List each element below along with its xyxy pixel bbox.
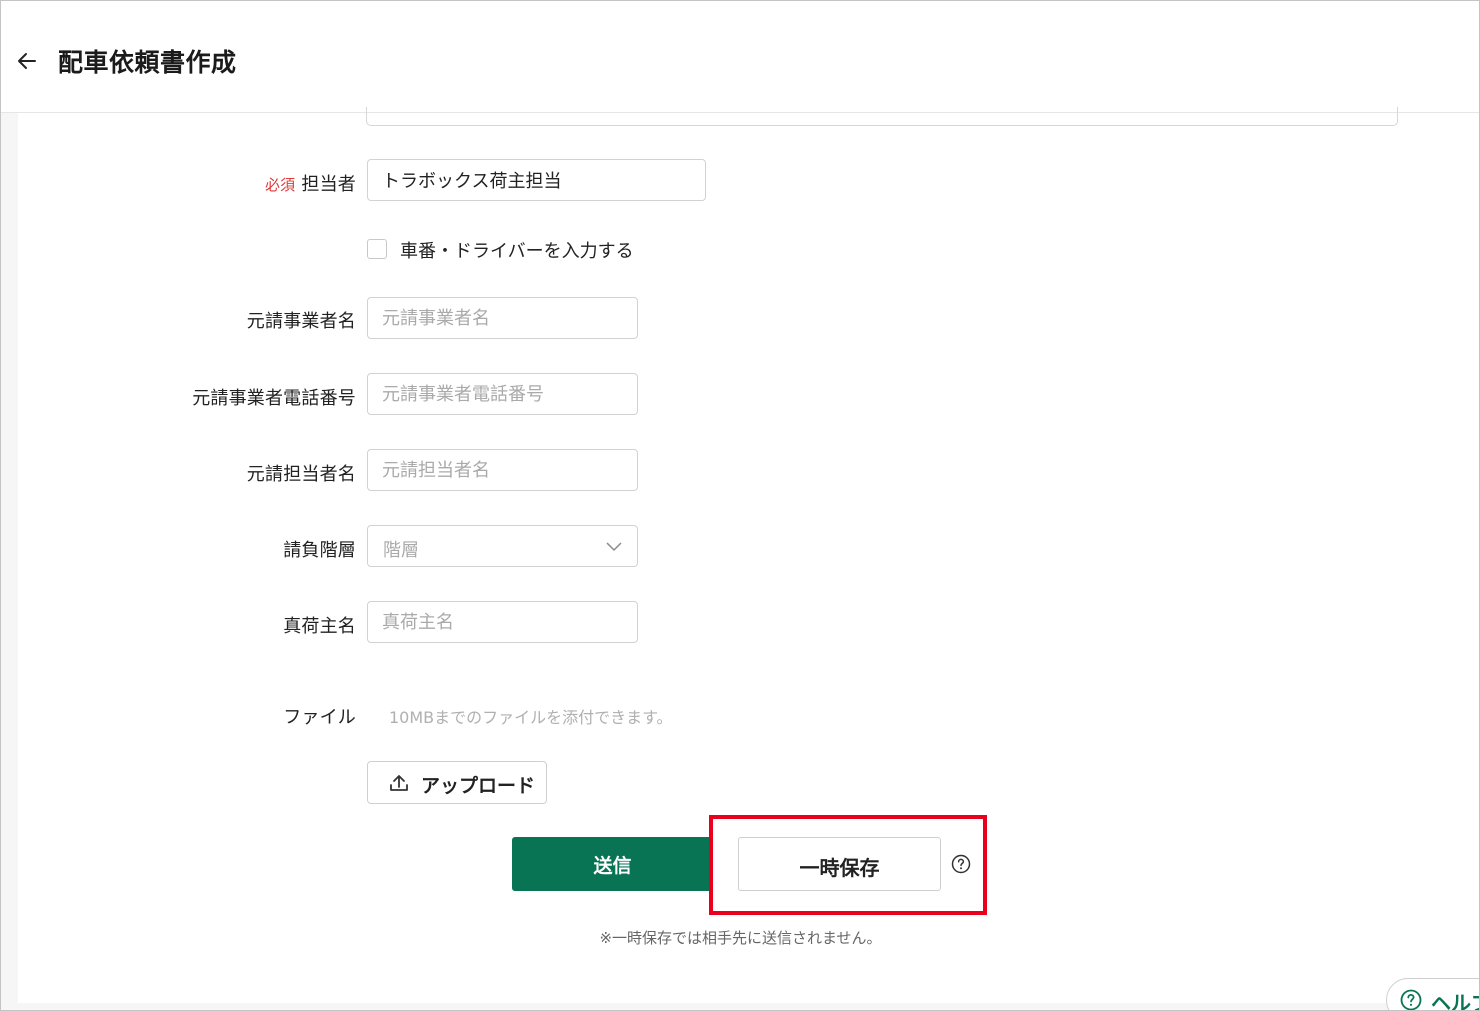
true-shipper-name-input[interactable] bbox=[367, 601, 638, 643]
vehicle-driver-checkbox-label: 車番・ドライバーを入力する bbox=[400, 241, 634, 262]
help-circle-icon bbox=[1400, 989, 1422, 1010]
contact-label-text: 担当者 bbox=[301, 174, 356, 195]
help-tab[interactable]: ヘルプ bbox=[1386, 978, 1479, 1011]
vehicle-driver-checkbox[interactable] bbox=[367, 239, 387, 259]
subcontract-tier-label: 請負階層 bbox=[283, 540, 356, 561]
help-tab-label: ヘルプ bbox=[1431, 991, 1479, 1011]
prime-contact-name-input[interactable] bbox=[367, 449, 638, 491]
previous-field-edge bbox=[366, 107, 1398, 126]
submit-button-label: 送信 bbox=[593, 855, 632, 877]
prime-contractor-name-input[interactable] bbox=[367, 297, 638, 339]
page-title: 配車依頼書作成 bbox=[58, 48, 237, 77]
upload-button[interactable]: アップロード bbox=[367, 761, 547, 804]
prime-contractor-phone-input[interactable] bbox=[367, 373, 638, 415]
back-arrow-icon[interactable] bbox=[15, 49, 39, 73]
prime-contact-name-label: 元請担当者名 bbox=[246, 464, 356, 485]
chevron-down-icon bbox=[606, 542, 622, 552]
submit-button[interactable]: 送信 bbox=[512, 837, 713, 891]
file-label: ファイル bbox=[283, 707, 356, 728]
app-window: 配車依頼書作成 必須担当者 車番・ドライバーを入力する 元請事業者名 元請事業者… bbox=[0, 0, 1480, 1011]
prime-contractor-name-label: 元請事業者名 bbox=[246, 311, 356, 332]
upload-icon bbox=[390, 775, 408, 791]
page-header: 配車依頼書作成 bbox=[1, 1, 1479, 113]
required-badge: 必須 bbox=[264, 176, 296, 194]
contact-label: 必須 担当者 bbox=[265, 170, 356, 196]
question-circle-icon[interactable] bbox=[951, 854, 971, 874]
subcontract-tier-placeholder: 階層 bbox=[383, 540, 419, 561]
file-size-hint: 10MBまでのファイルを添付できます。 bbox=[389, 708, 673, 727]
draft-note: ※一時保存では相手先に送信されません。 bbox=[599, 929, 882, 947]
contact-input[interactable] bbox=[367, 159, 706, 201]
form-panel: 必須担当者 車番・ドライバーを入力する 元請事業者名 元請事業者電話番号 元請担… bbox=[18, 107, 1479, 1003]
true-shipper-name-label: 真荷主名 bbox=[283, 616, 356, 637]
prime-contractor-phone-label: 元請事業者電話番号 bbox=[192, 388, 356, 409]
save-draft-button[interactable]: 一時保存 bbox=[738, 837, 941, 891]
save-draft-button-label: 一時保存 bbox=[799, 856, 880, 880]
subcontract-tier-select[interactable]: 階層 bbox=[367, 525, 638, 567]
upload-button-label: アップロード bbox=[421, 775, 536, 797]
